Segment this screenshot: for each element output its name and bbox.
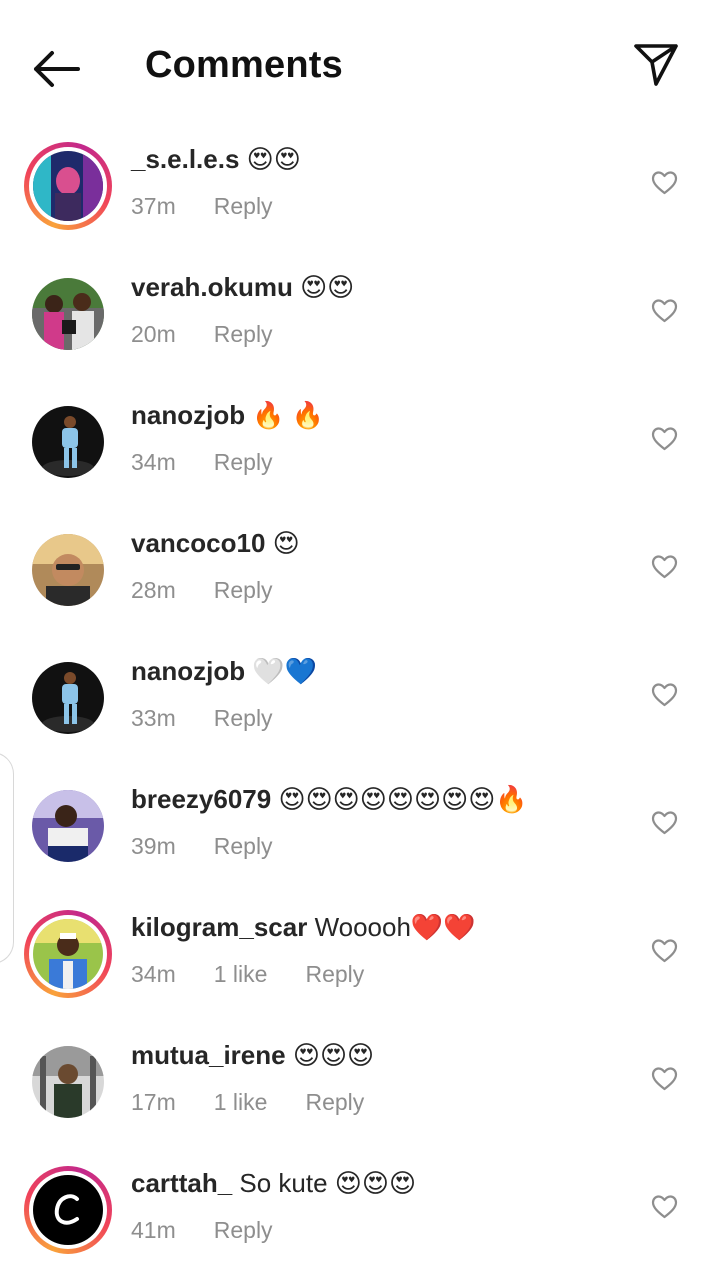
comment-row: kilogram_scar Wooooh❤️❤️ 34m 1 like Reply xyxy=(0,898,720,1026)
comment-username[interactable]: carttah_ xyxy=(131,1168,232,1198)
comment-username[interactable]: kilogram_scar xyxy=(131,912,307,942)
heart-outline-icon[interactable] xyxy=(651,298,678,323)
heart-outline-icon[interactable] xyxy=(651,170,678,195)
comment-row: carttah_ So kute 😍😍😍 41m Reply xyxy=(0,1154,720,1282)
comment-time: 41m xyxy=(131,1217,176,1243)
heart-outline-icon[interactable] xyxy=(651,426,678,451)
page-title: Comments xyxy=(145,44,343,86)
heart-outline-icon[interactable] xyxy=(651,1194,678,1219)
like-count[interactable]: 1 like xyxy=(214,961,268,987)
comment-row: breezy6079 😍😍😍😍😍😍😍😍🔥 39m Reply xyxy=(0,770,720,898)
heart-outline-icon[interactable] xyxy=(651,682,678,707)
comment-time: 37m xyxy=(131,193,176,219)
comments-list: _s.e.l.e.s 😍😍 37m Reply verah.okumu 😍😍 20… xyxy=(0,130,720,1282)
comment-text: 🤍💙 xyxy=(252,656,318,686)
heart-outline-icon[interactable] xyxy=(651,554,678,579)
comment-username[interactable]: _s.e.l.e.s xyxy=(131,144,239,174)
comment-row: nanozjob 🤍💙 33m Reply xyxy=(0,642,720,770)
reply-button[interactable]: Reply xyxy=(214,833,273,859)
avatar[interactable] xyxy=(24,910,112,998)
comment-time: 17m xyxy=(131,1089,176,1115)
comment-username[interactable]: nanozjob xyxy=(131,400,245,430)
heart-outline-icon[interactable] xyxy=(651,810,678,835)
comment-text: 🔥 🔥 xyxy=(252,400,325,430)
reply-button[interactable]: Reply xyxy=(214,1217,273,1243)
avatar[interactable] xyxy=(24,270,112,358)
avatar[interactable] xyxy=(24,1166,112,1254)
comment-time: 39m xyxy=(131,833,176,859)
reply-button[interactable]: Reply xyxy=(214,449,273,475)
reply-button[interactable]: Reply xyxy=(214,577,273,603)
comment-text: 😍😍 xyxy=(300,272,355,302)
reply-button[interactable]: Reply xyxy=(305,1089,364,1115)
comment-text: 😍😍 xyxy=(246,144,301,174)
comment-username[interactable]: verah.okumu xyxy=(131,272,293,302)
comment-username[interactable]: nanozjob xyxy=(131,656,245,686)
comment-text: 😍 xyxy=(272,528,300,558)
comment-time: 28m xyxy=(131,577,176,603)
paper-plane-icon[interactable] xyxy=(632,42,680,88)
comment-row: _s.e.l.e.s 😍😍 37m Reply xyxy=(0,130,720,258)
comment-username[interactable]: breezy6079 xyxy=(131,784,271,814)
comment-text: 😍😍😍😍😍😍😍😍🔥 xyxy=(278,784,528,814)
like-count[interactable]: 1 like xyxy=(214,1089,268,1115)
avatar[interactable] xyxy=(24,142,112,230)
avatar[interactable] xyxy=(24,398,112,486)
reply-button[interactable]: Reply xyxy=(305,961,364,987)
reply-button[interactable]: Reply xyxy=(214,705,273,731)
arrow-left-icon[interactable] xyxy=(30,48,82,90)
avatar[interactable] xyxy=(24,782,112,870)
comment-row: nanozjob 🔥 🔥 34m Reply xyxy=(0,386,720,514)
comment-text: 😍😍😍 xyxy=(292,1040,375,1070)
header-bar: Comments xyxy=(0,0,720,130)
comment-row: mutua_irene 😍😍😍 17m 1 like Reply xyxy=(0,1026,720,1154)
comment-time: 34m xyxy=(131,449,176,475)
comment-row: verah.okumu 😍😍 20m Reply xyxy=(0,258,720,386)
comment-username[interactable]: vancoco10 xyxy=(131,528,265,558)
avatar[interactable] xyxy=(24,526,112,614)
comment-text: So kute 😍😍😍 xyxy=(239,1168,417,1198)
heart-outline-icon[interactable] xyxy=(651,1066,678,1091)
avatar[interactable] xyxy=(24,1038,112,1126)
comment-username[interactable]: mutua_irene xyxy=(131,1040,286,1070)
reply-button[interactable]: Reply xyxy=(214,321,273,347)
comment-text: Wooooh❤️❤️ xyxy=(314,912,476,942)
comment-time: 33m xyxy=(131,705,176,731)
heart-outline-icon[interactable] xyxy=(651,938,678,963)
reply-button[interactable]: Reply xyxy=(214,193,273,219)
avatar[interactable] xyxy=(24,654,112,742)
comment-time: 34m xyxy=(131,961,176,987)
comment-row: vancoco10 😍 28m Reply xyxy=(0,514,720,642)
comment-time: 20m xyxy=(131,321,176,347)
